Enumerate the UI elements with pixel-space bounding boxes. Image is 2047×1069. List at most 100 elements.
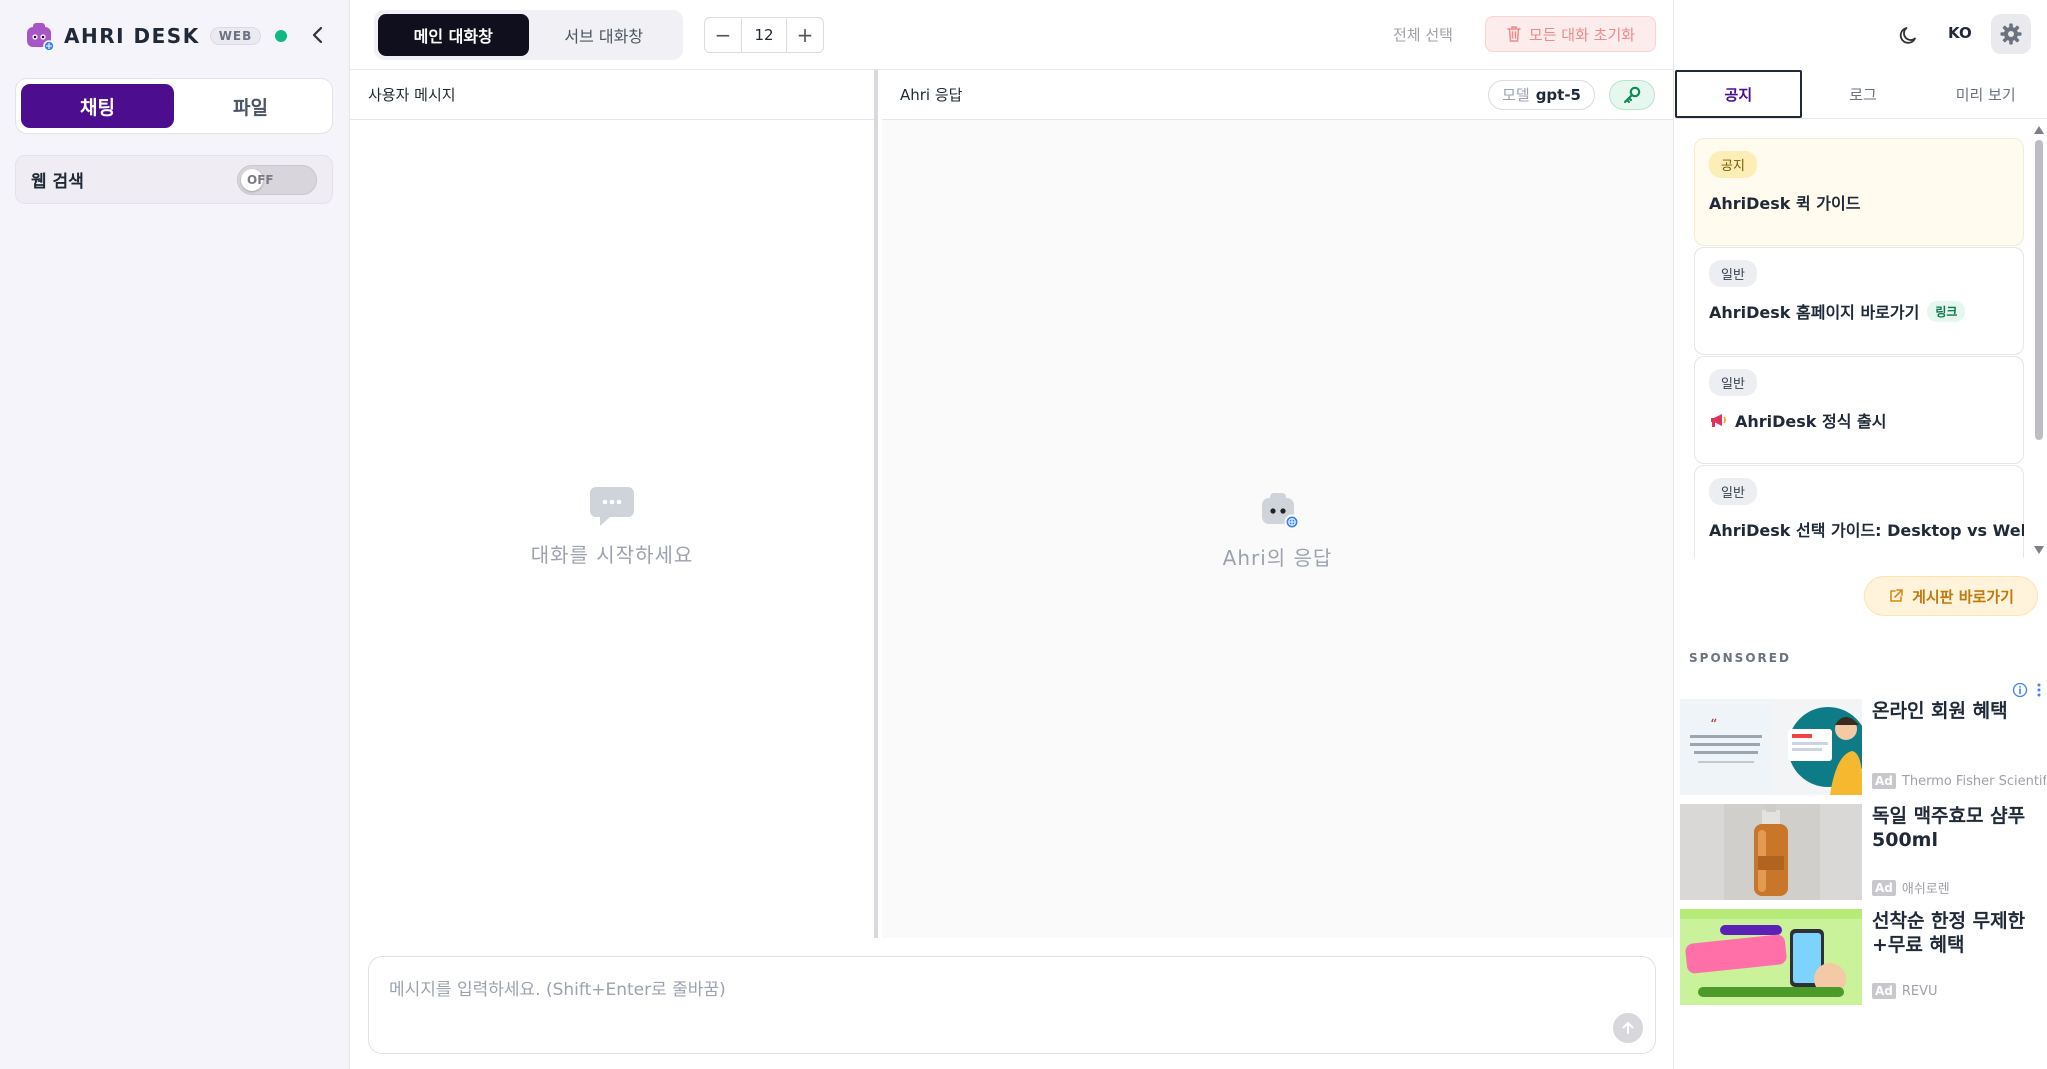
language-button[interactable]: KO [1948, 24, 1972, 42]
font-size-value: 12 [741, 18, 787, 52]
theme-toggle-button[interactable] [1894, 20, 1924, 50]
platform-badge: WEB [209, 27, 262, 45]
gear-icon [2000, 23, 2022, 45]
link-chip: 링크 [1927, 300, 1966, 322]
notice-item[interactable]: 일반 AhriDesk 홈페이지 바로가기 링크 [1694, 247, 2024, 355]
ad-source: Ad REVU [1872, 983, 2046, 999]
ad-title: 선착순 한정 무제한+무료 혜택 [1872, 910, 2026, 956]
scroll-thumb[interactable] [2035, 140, 2043, 440]
ad-source-text: 애쉬로렌 [1901, 882, 1950, 897]
ad-source: Ad 애쉬로렌 [1872, 878, 2046, 897]
tab-notice[interactable]: 공지 [1675, 70, 1802, 118]
tab-sub-window[interactable]: 서브 대화창 [529, 14, 680, 56]
user-empty-state: 대화를 시작하세요 [350, 485, 874, 568]
ad-info[interactable] [2012, 682, 2044, 698]
user-messages-pane: 사용자 메시지 대화를 시작하세요 [350, 70, 878, 938]
web-search-row: 웹 검색 OFF [15, 155, 333, 204]
web-search-toggle[interactable]: OFF [237, 164, 317, 195]
notice-tag: 공지 [1709, 151, 1757, 178]
toggle-state-text: OFF [247, 172, 274, 187]
ad-mark: Ad [1872, 773, 1896, 789]
ai-pane-title: Ahri 응답 [900, 86, 963, 104]
sidebar: AHRI DESK WEB 채팅 파일 웹 검색 OFF [0, 0, 350, 1069]
moon-icon [1899, 27, 1916, 44]
model-value: gpt-5 [1535, 85, 1581, 104]
notice-title-text: AhriDesk 홈페이지 바로가기 [1709, 303, 1920, 322]
decrease-button[interactable]: − [705, 18, 741, 52]
notice-tag: 일반 [1709, 478, 1757, 505]
ad-image: “ [1680, 699, 1862, 795]
user-pane-header: 사용자 메시지 [350, 70, 874, 120]
ad-item[interactable]: 선착순 한정 무제한+무료 혜택 Ad REVU [1680, 909, 2046, 1005]
ad-item[interactable]: “ 온라인 회원 혜택 Ad Thermo Fisher Scientific [1680, 699, 2046, 795]
scroll-up-icon[interactable] [2034, 126, 2044, 134]
notice-title: AhriDesk 퀵 가이드 [1709, 190, 2009, 214]
ad-image [1680, 909, 1862, 1005]
font-size-stepper: − 12 + [704, 17, 824, 53]
ad-source-text: Thermo Fisher Scientific [1901, 773, 2046, 789]
notice-item[interactable]: 일반 AhriDesk 선택 가이드: Desktop vs Web [1694, 465, 2024, 558]
connection-status-dot [275, 30, 288, 42]
ai-empty-text: Ahri의 응답 [1222, 546, 1333, 570]
svg-text:“: “ [1710, 717, 1717, 733]
notice-title-text: AhriDesk 퀵 가이드 [1709, 194, 1861, 213]
trash-icon [1507, 26, 1521, 42]
notice-title: AhriDesk 정식 출시 [1709, 408, 2009, 432]
ahri-logo-icon [24, 20, 56, 52]
more-vertical-icon [2037, 683, 2041, 697]
tab-main-window[interactable]: 메인 대화창 [378, 14, 529, 56]
message-input[interactable] [369, 957, 1655, 1053]
ad-source-text: REVU [1901, 983, 1938, 999]
tab-log[interactable]: 로그 [1802, 70, 1925, 118]
select-all-button[interactable]: 전체 선택 [1393, 24, 1453, 45]
key-icon [1623, 86, 1641, 103]
notice-title: AhriDesk 선택 가이드: Desktop vs Web [1709, 517, 2024, 541]
notice-item[interactable]: 일반 AhriDesk 정식 출시 [1694, 356, 2024, 464]
notice-title-text: AhriDesk 선택 가이드: Desktop vs Web [1709, 521, 2024, 540]
info-icon [2012, 682, 2028, 698]
ai-pane-header: Ahri 응답 모델 gpt-5 [882, 70, 1673, 120]
notice-scrollbar[interactable] [2032, 124, 2044, 554]
collapse-sidebar-button[interactable] [305, 22, 329, 48]
notice-list: 공지 AhriDesk 퀵 가이드 일반 AhriDesk 홈페이지 바로가기 … [1694, 138, 2024, 558]
ad-title: 독일 맥주효모 샴푸 500ml [1872, 805, 2026, 851]
api-key-button[interactable] [1609, 79, 1655, 110]
settings-button[interactable] [1991, 14, 2031, 54]
external-link-icon [1890, 589, 1903, 602]
ad-mark: Ad [1872, 983, 1896, 999]
ad-mark: Ad [1872, 879, 1896, 896]
reset-all-chats-label: 모든 대화 초기화 [1528, 25, 1636, 44]
megaphone-icon [1709, 412, 1727, 428]
send-button[interactable] [1613, 1013, 1643, 1043]
user-empty-text: 대화를 시작하세요 [530, 543, 694, 567]
notice-tag: 일반 [1709, 260, 1757, 287]
tab-chat[interactable]: 채팅 [21, 84, 174, 128]
notice-title-text: AhriDesk 정식 출시 [1735, 412, 1887, 431]
chevron-left-icon [312, 26, 323, 44]
board-link-button[interactable]: 게시판 바로가기 [1864, 576, 2038, 616]
ad-source: Ad Thermo Fisher Scientific [1872, 773, 2046, 789]
ai-response-pane: Ahri 응답 모델 gpt-5 Ahri의 응답 [882, 70, 1673, 938]
mode-tabs: 채팅 파일 [15, 78, 333, 134]
ahri-mascot-icon [1261, 493, 1299, 530]
sponsored-label: SPONSORED [1689, 651, 1791, 665]
brand-name: AHRI DESK [64, 24, 200, 48]
ad-image [1680, 804, 1862, 900]
right-panel: KO 공지 로그 미리 보기 공지 AhriDesk 퀵 가이드 일반 Ahri… [1673, 0, 2047, 1069]
reset-all-chats-button[interactable]: 모든 대화 초기화 [1485, 16, 1656, 52]
tab-preview[interactable]: 미리 보기 [1924, 70, 2047, 118]
scroll-down-icon[interactable] [2034, 546, 2044, 554]
window-tabs: 메인 대화창 서브 대화창 [374, 10, 683, 60]
notice-item[interactable]: 공지 AhriDesk 퀵 가이드 [1694, 138, 2024, 246]
ad-title: 온라인 회원 혜택 [1872, 700, 2008, 722]
user-pane-title: 사용자 메시지 [368, 86, 456, 104]
arrow-up-icon [1622, 1022, 1634, 1034]
main-area: 메인 대화창 서브 대화창 − 12 + 전체 선택 모든 대화 초기화 사용자… [350, 0, 1673, 1069]
brand: AHRI DESK WEB [24, 18, 288, 54]
ad-item[interactable]: 독일 맥주효모 샴푸 500ml Ad 애쉬로렌 [1680, 804, 2046, 900]
board-link-label: 게시판 바로가기 [1912, 587, 2014, 606]
notice-tag: 일반 [1709, 369, 1757, 396]
increase-button[interactable]: + [787, 18, 823, 52]
model-selector[interactable]: 모델 gpt-5 [1488, 79, 1595, 110]
tab-files[interactable]: 파일 [174, 84, 327, 128]
